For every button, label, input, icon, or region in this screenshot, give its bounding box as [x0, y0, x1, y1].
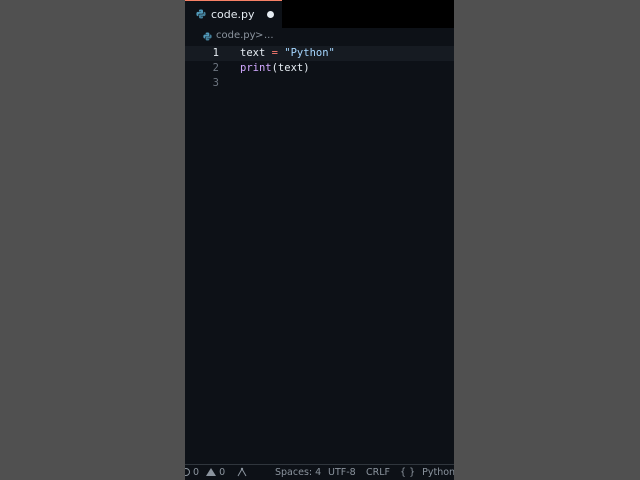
python-file-icon — [196, 9, 206, 19]
code-token: text — [240, 47, 266, 59]
code-token: "Python" — [284, 47, 335, 59]
code-text: text = "Python" — [240, 46, 335, 61]
tab-code-py[interactable]: code.py — [185, 0, 282, 28]
language-indicator[interactable]: { } Python — [400, 467, 454, 478]
eol-setting[interactable]: CRLF — [366, 467, 390, 478]
code-text: print(text) — [240, 61, 310, 76]
line-number: 1 — [212, 47, 219, 59]
braces-icon: { } — [400, 467, 416, 478]
warning-icon — [206, 468, 217, 476]
breadcrumb-file[interactable]: code.py — [216, 30, 256, 41]
encoding-setting[interactable]: UTF-8 — [328, 467, 356, 478]
breadcrumb: code.py > ... — [185, 28, 454, 46]
error-icon — [185, 468, 190, 476]
line-number: 2 — [212, 62, 219, 74]
unsaved-dot-icon[interactable] — [267, 11, 274, 18]
breadcrumb-more[interactable]: ... — [264, 30, 274, 41]
code-editor[interactable]: 1 text = "Python" 2 print(text) 3 — [185, 46, 454, 464]
warning-count: 0 — [219, 467, 226, 478]
tab-label: code.py — [211, 8, 255, 21]
problems-indicator[interactable]: 0 0 — [185, 467, 225, 478]
code-token: print — [240, 62, 272, 74]
indentation-setting[interactable]: Spaces: 4 — [275, 467, 321, 478]
status-bar: 0 0 Spaces: 4 UTF-8 CRLF { } Python — [185, 464, 454, 480]
code-token: (text) — [271, 62, 310, 74]
tab-bar: code.py — [185, 0, 454, 28]
python-file-icon — [203, 32, 212, 41]
error-count: 0 — [193, 467, 200, 478]
code-line[interactable]: 3 — [185, 76, 454, 91]
code-line[interactable]: 2 print(text) — [185, 61, 454, 76]
broadcast-icon[interactable] — [237, 467, 248, 480]
editor-window: code.py code.py > ... 1 text = "Python" 2 p… — [185, 0, 454, 480]
code-line[interactable]: 1 text = "Python" — [185, 46, 454, 61]
line-number: 3 — [212, 77, 219, 89]
language-mode: Python — [422, 467, 454, 478]
chevron-right-icon: > — [255, 30, 264, 41]
